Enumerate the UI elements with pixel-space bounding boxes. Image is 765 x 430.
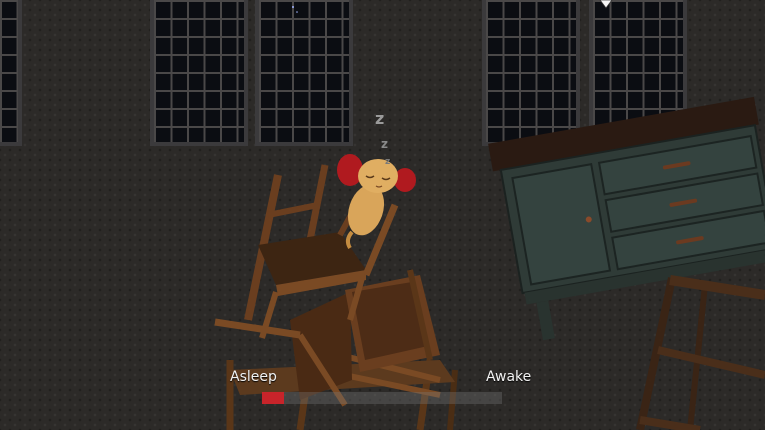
dresser-door[interactable]: [511, 163, 612, 286]
star: [292, 6, 294, 8]
game-scene: z z z Asleep Awake: [0, 0, 765, 430]
wakefulness-meter: [262, 392, 502, 404]
cat-head: [358, 159, 398, 193]
asleep-label: Asleep: [230, 369, 277, 385]
sleeping-cat[interactable]: [337, 154, 416, 250]
cursor-icon: [599, 0, 613, 9]
sleep-z-medium: z: [381, 137, 388, 151]
awake-label: Awake: [486, 369, 532, 385]
cat-tail: [345, 230, 354, 250]
sleep-z-small: z: [385, 157, 390, 167]
star: [296, 11, 298, 13]
sleep-z-large: z: [375, 109, 384, 128]
wooden-ladder[interactable]: [636, 275, 765, 430]
scene-art: z z z: [214, 0, 765, 430]
dresser[interactable]: [488, 96, 765, 344]
wakefulness-meter-fill: [262, 392, 284, 404]
